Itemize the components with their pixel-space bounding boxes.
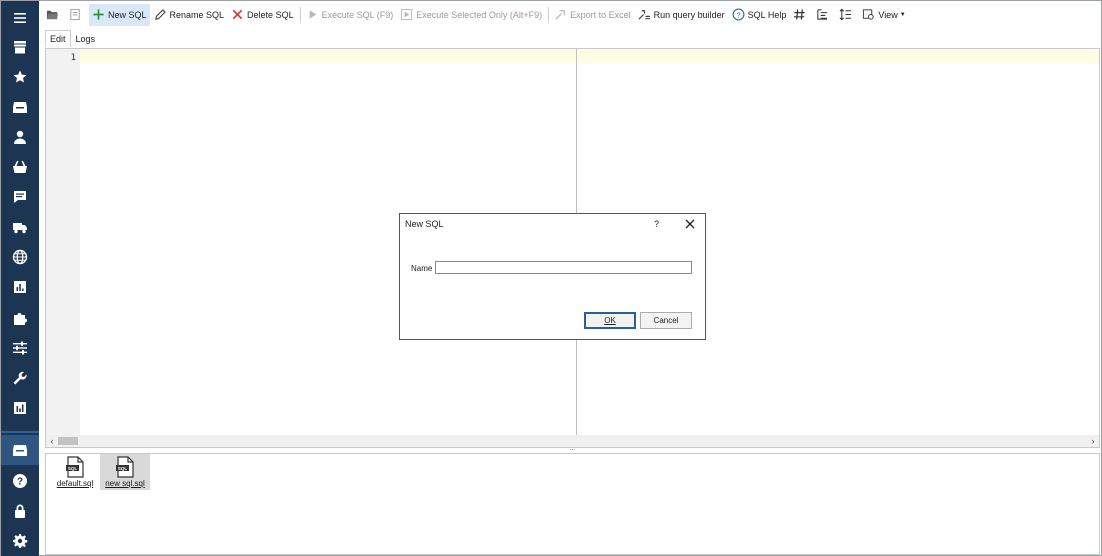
gear-icon[interactable] (1, 526, 39, 556)
globe-icon[interactable] (1, 242, 39, 272)
delete-sql-button[interactable]: Delete SQL (228, 4, 297, 26)
store-icon[interactable] (1, 32, 39, 62)
scrollbar-thumb[interactable] (58, 437, 78, 445)
dialog-help-button[interactable]: ? (654, 219, 659, 229)
view-icon (863, 9, 874, 20)
line-gutter (46, 49, 80, 435)
sliders-icon[interactable] (1, 333, 39, 363)
svg-text:?: ? (736, 10, 740, 19)
execute-selected-button[interactable]: Execute Selected Only (Alt+F9) (397, 4, 545, 26)
sidebar: ? (1, 1, 39, 556)
format-button[interactable] (813, 4, 835, 26)
database-icon[interactable] (1, 435, 39, 465)
new-sql-label: New SQL (108, 9, 147, 20)
query-builder-icon (638, 10, 650, 20)
save-button[interactable] (66, 4, 88, 26)
hash-icon (794, 9, 805, 20)
close-icon[interactable] (684, 218, 696, 230)
file-item-default-sql[interactable]: SQL default.sql (50, 454, 100, 490)
app-window: ? New SQL Rename SQL Delete SQL Execute … (0, 0, 1102, 556)
tab-logs[interactable]: Logs (71, 30, 101, 47)
ok-button[interactable]: OK (584, 312, 636, 329)
user-icon[interactable] (1, 122, 39, 152)
archive-icon[interactable] (1, 92, 39, 122)
line-number: 1 (70, 53, 76, 63)
tab-edit[interactable]: Edit (45, 30, 71, 47)
hash-button[interactable] (790, 4, 812, 26)
toolbar: New SQL Rename SQL Delete SQL Execute SQ… (39, 1, 1101, 28)
open-folder-button[interactable] (43, 4, 65, 26)
execute-selected-label: Execute Selected Only (Alt+F9) (416, 9, 543, 20)
view-menu-button[interactable]: View ▼ (859, 4, 908, 26)
svg-text:SQL: SQL (68, 466, 78, 471)
line-spacing-icon (839, 8, 852, 21)
rename-sql-label: Rename SQL (169, 9, 225, 20)
sql-help-button[interactable]: ? SQL Help (729, 4, 790, 26)
help-icon[interactable]: ? (1, 466, 39, 496)
file-name: new sql.sql (105, 479, 145, 488)
export-excel-button[interactable]: Export to Excel (551, 4, 634, 26)
wrench-icon[interactable] (1, 363, 39, 393)
basket-icon[interactable] (1, 152, 39, 182)
execute-sql-button[interactable]: Execute SQL (F9) (303, 4, 397, 26)
run-query-builder-button[interactable]: Run query builder (635, 4, 728, 26)
sql-help-label: SQL Help (747, 9, 787, 20)
cancel-button[interactable]: Cancel (640, 312, 692, 329)
star-icon[interactable] (1, 62, 39, 92)
svg-text:SQL: SQL (118, 466, 128, 471)
sql-file-icon: SQL (116, 456, 134, 478)
plus-icon (93, 9, 104, 20)
name-label: Name (411, 264, 433, 273)
editor-tabs: Edit Logs (45, 30, 100, 47)
svg-text:?: ? (17, 477, 23, 488)
scroll-right-icon[interactable]: › (1087, 435, 1099, 447)
sql-files-panel: SQL default.sql SQL new sql.sql (45, 453, 1100, 555)
chevron-down-icon: ▼ (899, 11, 906, 18)
rename-sql-button[interactable]: Rename SQL (151, 4, 228, 26)
ok-label: OK (604, 316, 616, 325)
sql-file-icon: SQL (66, 456, 84, 478)
close-red-icon (232, 9, 243, 20)
play-selected-icon (401, 8, 413, 21)
current-line-highlight (80, 50, 1099, 63)
save-icon (70, 8, 80, 21)
file-item-new-sql[interactable]: SQL new sql.sql (100, 454, 150, 490)
report-icon[interactable] (1, 393, 39, 423)
toolbar-separator (299, 6, 301, 23)
delete-sql-label: Delete SQL (247, 9, 294, 20)
new-sql-button[interactable]: New SQL (89, 3, 150, 26)
pencil-icon (154, 9, 166, 20)
export-icon (555, 10, 565, 20)
name-input[interactable] (435, 261, 692, 274)
folder-icon (46, 10, 59, 20)
file-name: default.sql (56, 479, 94, 488)
toolbar-separator (548, 6, 550, 23)
view-label: View (878, 9, 898, 20)
truck-icon[interactable] (1, 212, 39, 242)
puzzle-icon[interactable] (1, 303, 39, 333)
chart-icon[interactable] (1, 272, 39, 302)
line-spacing-button[interactable] (836, 4, 858, 26)
menu-icon[interactable] (1, 3, 39, 33)
sidebar-divider (1, 431, 39, 433)
help-circle-icon: ? (732, 8, 745, 21)
format-icon (817, 9, 828, 20)
scroll-left-icon[interactable]: ‹ (46, 435, 58, 447)
new-sql-dialog: New SQL ? Name OK Cancel (399, 213, 706, 340)
run-query-builder-label: Run query builder (653, 9, 725, 20)
play-icon (309, 10, 316, 19)
execute-sql-label: Execute SQL (F9) (321, 9, 394, 20)
dialog-title: New SQL (405, 219, 444, 229)
export-excel-label: Export to Excel (570, 9, 631, 20)
chat-icon[interactable] (1, 182, 39, 212)
lock-icon[interactable] (1, 496, 39, 526)
